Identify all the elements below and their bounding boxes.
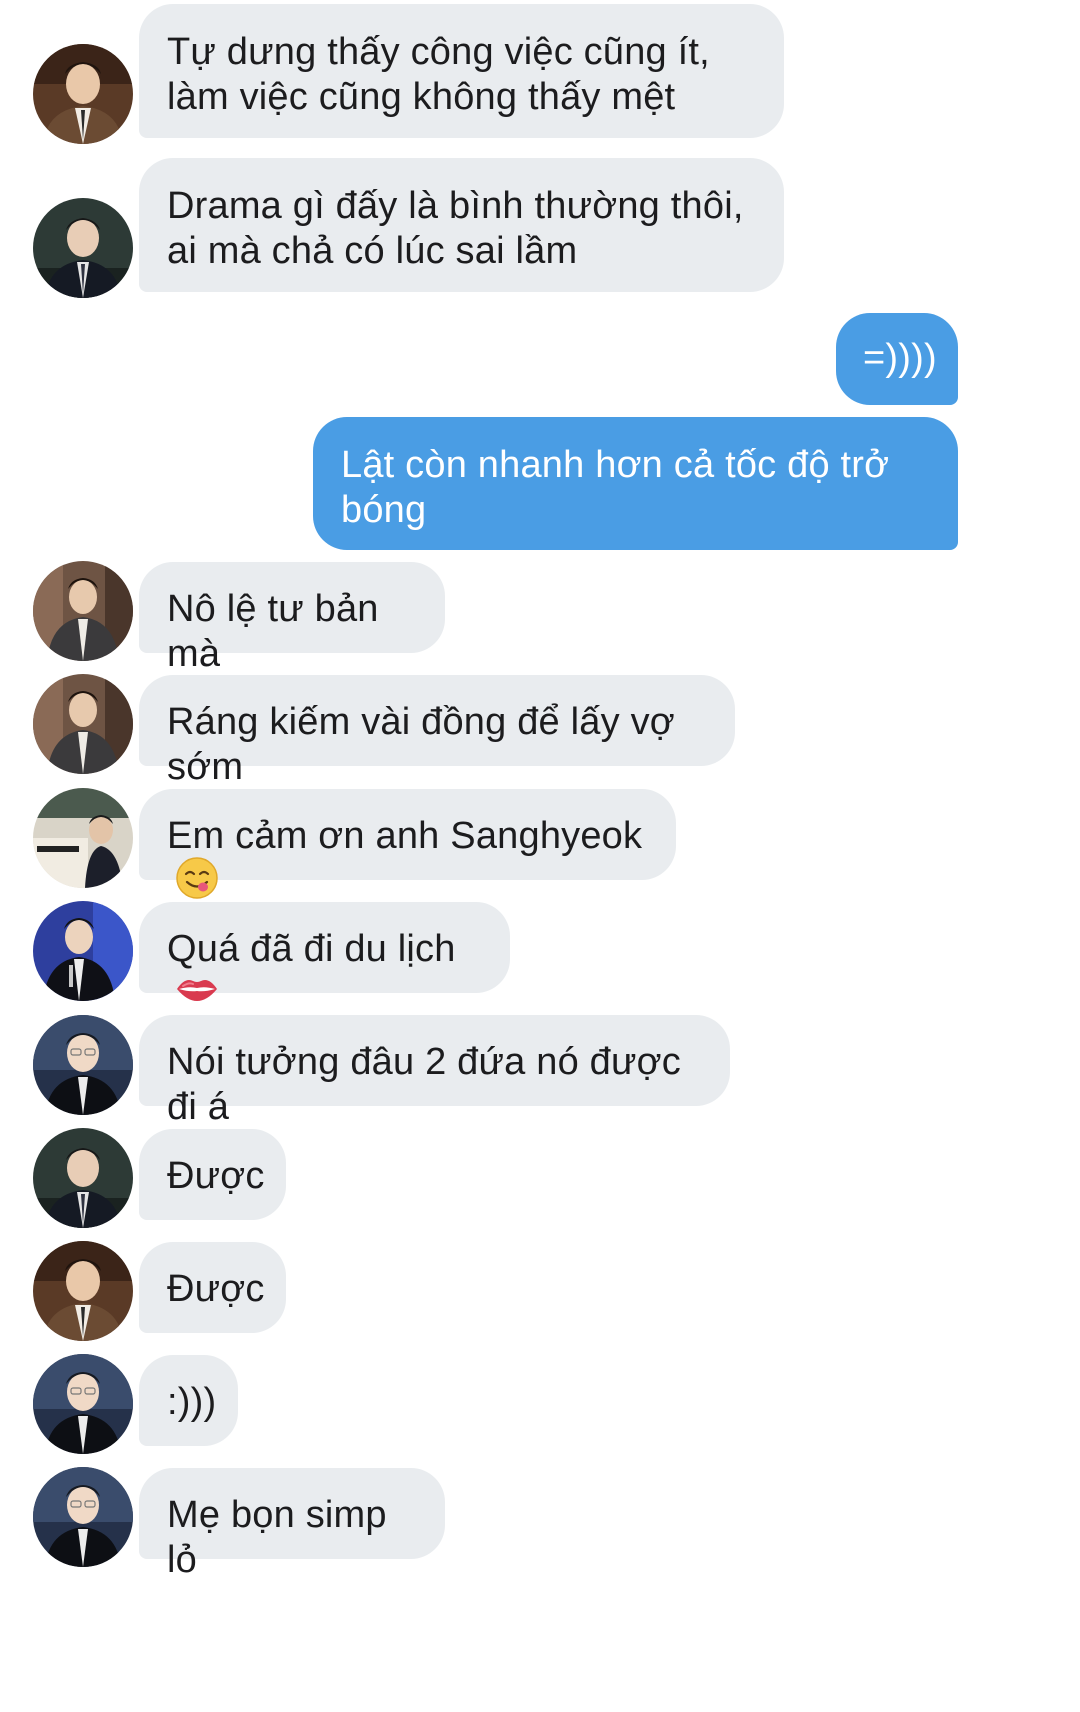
message-bubble-incoming[interactable]: Quá đã đi du lịch: [139, 902, 510, 1002]
message-text: Mẹ bọn simp lỏ: [167, 1494, 398, 1581]
message-text: Ráng kiếm vài đồng để lấy vợ sớm: [167, 701, 686, 788]
message-text: Em cảm ơn anh Sanghyeok: [167, 815, 643, 857]
lips-emoji: [175, 970, 219, 1015]
avatar-brown-vest[interactable]: [33, 1241, 133, 1341]
avatar-navy-portrait[interactable]: [33, 1467, 133, 1567]
message-bubble-outgoing[interactable]: =)))): [836, 313, 958, 405]
chat-thread[interactable]: Tự dưng thấy công việc cũng ít, làm việc…: [0, 0, 1080, 1712]
message-bubble-incoming[interactable]: Em cảm ơn anh Sanghyeok: [139, 789, 676, 899]
message-text: Lật còn nhanh hơn cả tốc độ trở bóng: [341, 444, 901, 531]
message-text: Nói tưởng đâu 2 đứa nó được đi á: [167, 1041, 692, 1128]
message-bubble-incoming[interactable]: Tự dưng thấy công việc cũng ít, làm việc…: [139, 4, 784, 138]
avatar-brown-vest[interactable]: [33, 44, 133, 144]
message-text: Được: [167, 1155, 265, 1197]
message-bubble-incoming[interactable]: Được: [139, 1129, 286, 1220]
message-bubble-incoming[interactable]: Drama gì đấy là bình thường thôi, ai mà …: [139, 158, 784, 292]
message-bubble-incoming[interactable]: Nô lệ tư bản mà: [139, 562, 445, 675]
message-bubble-incoming[interactable]: Mẹ bọn simp lỏ: [139, 1468, 445, 1581]
message-text: Nô lệ tư bản mà: [167, 588, 390, 675]
message-text: Tự dưng thấy công việc cũng ít, làm việc…: [167, 31, 721, 118]
message-text: :))): [167, 1381, 217, 1423]
avatar-grey-suit[interactable]: [33, 561, 133, 661]
avatar-grey-suit[interactable]: [33, 674, 133, 774]
message-bubble-incoming[interactable]: :))): [139, 1355, 238, 1446]
message-text: =)))): [863, 337, 937, 379]
avatar-piano-room[interactable]: [33, 788, 133, 888]
avatar-navy-portrait[interactable]: [33, 1015, 133, 1115]
avatar-navy-portrait[interactable]: [33, 1354, 133, 1454]
avatar-dark-suit[interactable]: [33, 198, 133, 298]
message-bubble-incoming[interactable]: Được: [139, 1242, 286, 1333]
message-text: Quá đã đi du lịch: [167, 928, 456, 970]
message-text: Được: [167, 1268, 265, 1310]
message-bubble-incoming[interactable]: Nói tưởng đâu 2 đứa nó được đi á: [139, 1015, 730, 1128]
message-bubble-outgoing[interactable]: Lật còn nhanh hơn cả tốc độ trở bóng: [313, 417, 958, 550]
message-bubble-incoming[interactable]: Ráng kiếm vài đồng để lấy vợ sớm: [139, 675, 735, 788]
avatar-dark-suit[interactable]: [33, 1128, 133, 1228]
avatar-blue-backdrop[interactable]: [33, 901, 133, 1001]
message-text: Drama gì đấy là bình thường thôi, ai mà …: [167, 185, 755, 272]
